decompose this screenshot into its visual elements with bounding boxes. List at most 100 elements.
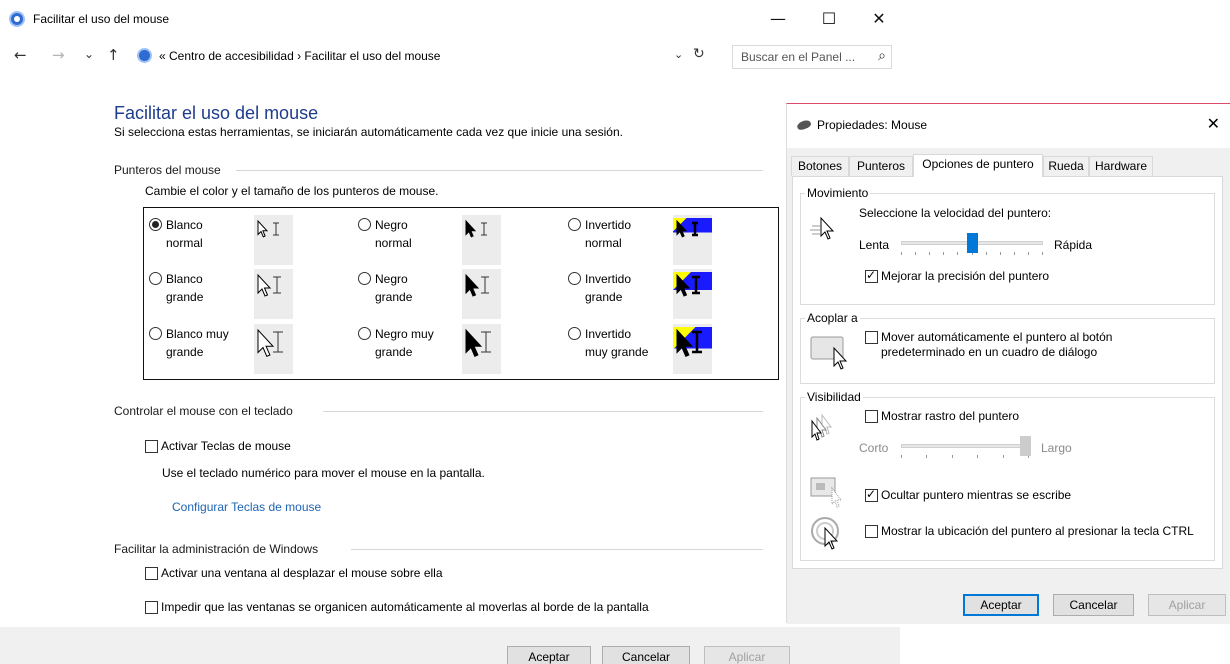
maximize-button[interactable]: ☐ — [812, 6, 846, 32]
slider-tick — [1042, 252, 1043, 255]
section-divider — [351, 549, 763, 550]
pointer-scheme-radio[interactable] — [568, 218, 581, 231]
breadcrumb[interactable]: « Centro de accesibilidad › Facilitar el… — [159, 49, 440, 63]
pointer-scheme-label[interactable]: Invertido normal — [585, 216, 675, 252]
hover-activate-label[interactable]: Activar una ventana al desplazar el mous… — [161, 566, 443, 580]
dialog-cancel-button[interactable]: Cancelar — [1053, 594, 1134, 616]
mouse-keys-label[interactable]: Activar Teclas de mouse — [161, 439, 291, 453]
slider-tick — [943, 252, 945, 255]
speed-slow-label: Lenta — [859, 238, 890, 252]
page-subtitle: Si selecciona estas herramientas, se ini… — [114, 125, 623, 139]
speed-fast-label: Rápida — [1054, 238, 1093, 252]
pointer-scheme-radio[interactable] — [149, 272, 162, 285]
pointer-scheme-grid: Blanco normal Negro normal Invertido norma… — [143, 207, 779, 380]
trails-slider-thumb[interactable] — [1020, 436, 1031, 456]
hide-pointer-icon — [810, 477, 842, 508]
hover-activate-checkbox[interactable] — [145, 567, 158, 580]
ok-button[interactable]: Aceptar — [507, 646, 591, 664]
pointer-scheme-label[interactable]: Blanco normal — [166, 216, 256, 252]
pointer-trails-label[interactable]: Mostrar rastro del puntero — [881, 409, 1019, 423]
mouse-keys-description: Use el teclado numérico para mover el mo… — [162, 466, 485, 480]
snap-to-default-checkbox[interactable] — [865, 331, 878, 344]
footer-bar: Aceptar Cancelar Aplicar — [0, 627, 900, 664]
minimize-button[interactable]: — — [761, 6, 795, 32]
visibility-group-title: Visibilidad — [805, 390, 863, 404]
trails-long-label: Largo — [1041, 441, 1072, 455]
tab-pointer-options[interactable]: Opciones de puntero — [913, 154, 1043, 177]
pointer-scheme-label[interactable]: Negro muy grande — [375, 325, 465, 361]
slider-tick — [901, 455, 902, 458]
pointer-scheme-preview — [462, 324, 501, 374]
pointer-preview-icon — [257, 219, 279, 238]
pointer-scheme-label[interactable]: Invertido grande — [585, 270, 675, 306]
trails-slider-track[interactable] — [901, 444, 1029, 448]
slider-tick — [985, 252, 987, 255]
hide-pointer-label[interactable]: Ocultar puntero mientras se escribe — [881, 488, 1071, 502]
apply-button[interactable]: Aplicar — [704, 646, 790, 664]
speed-label: Seleccione la velocidad del puntero: — [859, 206, 1052, 220]
window-title: Facilitar el uso del mouse — [33, 12, 170, 26]
slider-tick — [929, 252, 931, 255]
close-button[interactable]: ✕ — [862, 6, 896, 32]
address-dropdown-button[interactable]: ⌄ — [674, 48, 683, 61]
slider-tick — [957, 252, 959, 255]
title-bar: Facilitar el uso del mouse — ☐ ✕ — [0, 0, 900, 38]
dialog-apply-button[interactable]: Aplicar — [1148, 594, 1226, 616]
pointer-scheme-preview — [462, 215, 501, 265]
motion-group: Movimiento Seleccione la velocidad del p… — [800, 186, 1215, 305]
pointer-scheme-radio[interactable] — [149, 327, 162, 340]
control-panel-icon — [137, 48, 152, 63]
pointer-preview-icon — [673, 272, 712, 297]
hide-pointer-checkbox[interactable] — [865, 487, 878, 502]
recent-locations-button[interactable]: ⌄ — [84, 47, 94, 61]
dialog-close-button[interactable]: ✕ — [1207, 114, 1220, 133]
dialog-ok-button[interactable]: Aceptar — [963, 594, 1039, 616]
refresh-button[interactable]: ↻ — [693, 46, 705, 62]
pointer-scheme-label[interactable]: Negro grande — [375, 270, 465, 306]
windows-management-heading: Facilitar la administración de Windows — [114, 542, 319, 556]
pointer-scheme-preview — [673, 215, 712, 265]
control-panel-icon — [9, 11, 25, 27]
pointer-scheme-radio[interactable] — [358, 272, 371, 285]
speed-slider-thumb[interactable] — [967, 233, 978, 253]
mouse-icon — [796, 118, 812, 132]
pointer-scheme-radio[interactable] — [149, 218, 162, 231]
cancel-button[interactable]: Cancelar — [602, 646, 690, 664]
prevent-snap-checkbox[interactable] — [145, 601, 158, 614]
snap-button-icon — [810, 336, 848, 370]
tab-hardware[interactable]: Hardware — [1089, 156, 1153, 176]
prevent-snap-label[interactable]: Impedir que las ventanas se organicen au… — [161, 600, 649, 614]
search-icon[interactable]: ⌕ — [878, 48, 886, 64]
forward-button[interactable]: → — [52, 46, 65, 64]
pointer-preview-icon — [257, 328, 283, 357]
pointer-preview-icon — [465, 273, 489, 297]
configure-mouse-keys-link[interactable]: Configurar Teclas de mouse — [172, 500, 321, 514]
search-input[interactable]: Buscar en el Panel ... ⌕ — [732, 45, 892, 69]
show-location-ctrl-label[interactable]: Mostrar la ubicación del puntero al pres… — [881, 524, 1194, 538]
pointer-scheme-radio[interactable] — [358, 327, 371, 340]
pointer-scheme-label[interactable]: Blanco grande — [166, 270, 256, 306]
pointer-scheme-preview — [462, 269, 501, 319]
enhance-precision-checkbox[interactable] — [865, 268, 878, 283]
pointer-scheme-label[interactable]: Invertido muy grande — [585, 325, 675, 361]
pointer-scheme-label[interactable]: Negro normal — [375, 216, 465, 252]
mouse-keys-checkbox[interactable] — [145, 440, 158, 453]
pointer-trails-checkbox[interactable] — [865, 410, 878, 423]
snap-to-default-label[interactable]: Mover automáticamente el puntero al botó… — [881, 330, 1112, 360]
tab-buttons[interactable]: Botones — [791, 156, 849, 176]
tab-pointers[interactable]: Punteros — [849, 156, 913, 176]
section-divider — [236, 170, 763, 171]
tab-wheel[interactable]: Rueda — [1043, 156, 1089, 176]
pointer-scheme-radio[interactable] — [568, 272, 581, 285]
pointer-scheme-label[interactable]: Blanco muy grande — [166, 325, 256, 361]
show-location-ctrl-checkbox[interactable] — [865, 525, 878, 538]
address-bar[interactable]: « Centro de accesibilidad › Facilitar el… — [133, 42, 723, 68]
pointer-scheme-preview — [254, 269, 293, 319]
slider-tick — [999, 252, 1001, 255]
pointer-preview-icon — [257, 273, 281, 297]
back-button[interactable]: ← — [14, 46, 27, 64]
up-button[interactable]: ↑ — [107, 46, 120, 64]
pointer-scheme-radio[interactable] — [568, 327, 581, 340]
pointer-scheme-radio[interactable] — [358, 218, 371, 231]
enhance-precision-label[interactable]: Mejorar la precisión del puntero — [881, 269, 1049, 283]
